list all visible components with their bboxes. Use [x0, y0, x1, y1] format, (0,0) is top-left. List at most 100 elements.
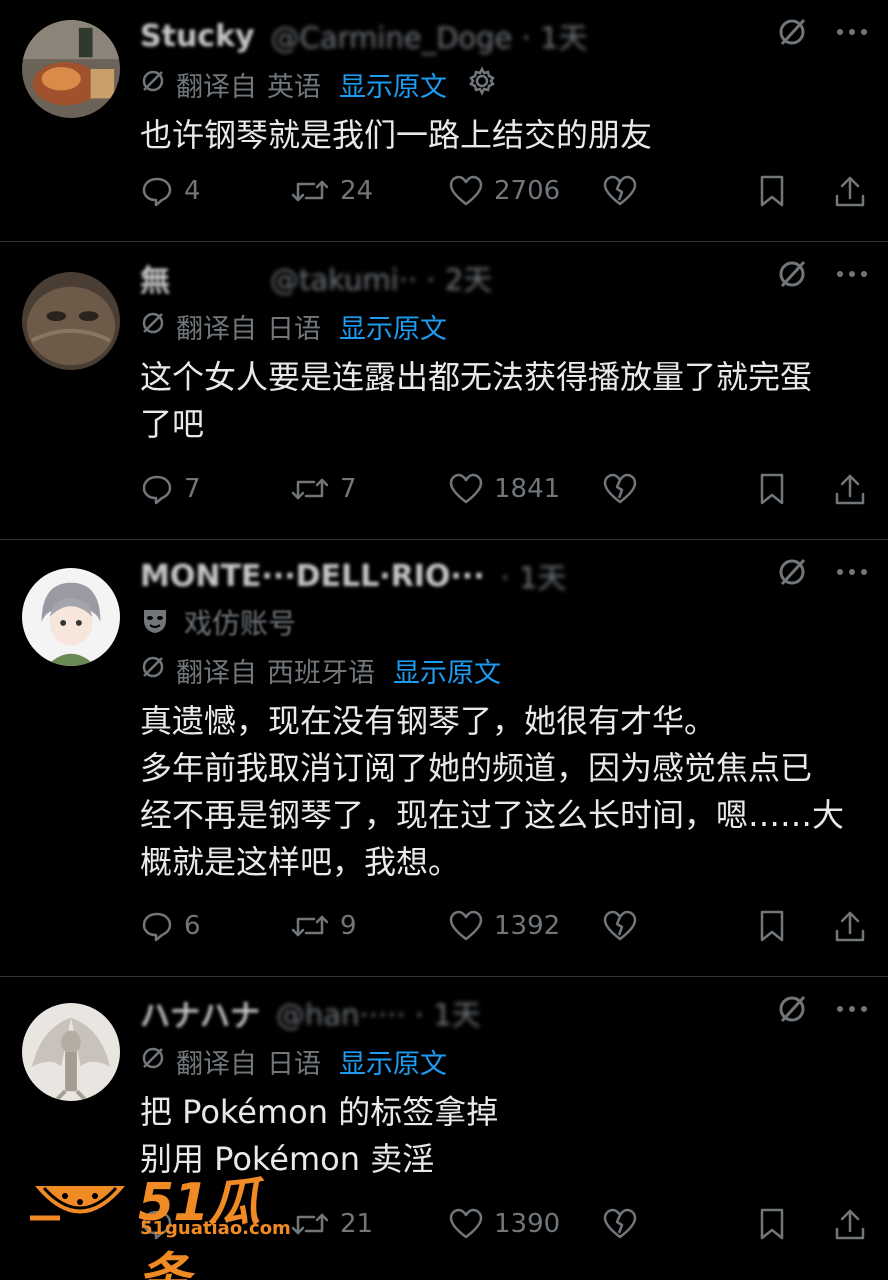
- grok-icon[interactable]: [776, 556, 808, 588]
- retweet-button[interactable]: 24: [290, 174, 373, 208]
- post-text-line: 了吧: [140, 405, 205, 443]
- translation-settings-icon[interactable]: [467, 65, 497, 103]
- dislike-button[interactable]: [602, 910, 638, 942]
- show-original-link[interactable]: 显示原文: [339, 307, 447, 346]
- like-count: 1841: [494, 474, 561, 504]
- grok-icon[interactable]: [776, 258, 808, 290]
- reply-icon: [142, 1210, 172, 1240]
- bookmark-icon: [760, 473, 784, 505]
- grok-icon[interactable]: [776, 993, 808, 1025]
- display-name[interactable]: MONTE···DELL·RIO···: [140, 559, 485, 594]
- translation-notice: 翻译自 西班牙语 显示原文: [140, 648, 868, 692]
- more-options-icon[interactable]: [836, 28, 868, 36]
- user-handle[interactable]: @takumi·· · 2天: [270, 257, 492, 299]
- reply-post[interactable]: MONTE···DELL·RIO··· · 1天 戏仿账号 翻译自 西班牙语 显…: [0, 540, 888, 977]
- retweet-icon: [291, 1213, 329, 1235]
- retweet-icon: [291, 915, 329, 937]
- share-button[interactable]: [834, 909, 866, 943]
- retweet-icon: [291, 180, 329, 202]
- share-icon: [835, 1209, 865, 1240]
- source-language: 英语: [267, 71, 321, 103]
- translate-icon: [140, 68, 166, 101]
- translation-notice: 翻译自 日语 显示原文: [140, 304, 868, 348]
- broken-heart-icon: [603, 910, 637, 941]
- post-text-line: 把 Pokémon 的标签拿掉: [140, 1093, 499, 1131]
- like-button[interactable]: 2706: [448, 175, 560, 207]
- bookmark-button[interactable]: [758, 174, 786, 208]
- share-icon: [835, 474, 865, 505]
- more-options-icon[interactable]: [836, 568, 868, 576]
- post-text-line: 别用 Pokémon 卖淫: [140, 1140, 435, 1178]
- share-button[interactable]: [834, 472, 866, 506]
- share-button[interactable]: [834, 1207, 866, 1241]
- bookmark-icon: [760, 1208, 784, 1240]
- dislike-button[interactable]: [602, 1208, 638, 1240]
- retweet-count: 9: [340, 911, 357, 941]
- action-bar: 21 1390: [140, 1199, 866, 1249]
- dislike-button[interactable]: [602, 473, 638, 505]
- translated-from-label: 翻译自: [176, 657, 257, 689]
- like-button[interactable]: 1392: [448, 910, 560, 942]
- retweet-count: 7: [340, 474, 357, 504]
- retweet-button[interactable]: 21: [290, 1207, 373, 1241]
- show-original-link[interactable]: 显示原文: [393, 651, 501, 690]
- share-button[interactable]: [834, 174, 866, 208]
- share-icon: [835, 176, 865, 207]
- heart-icon: [449, 175, 483, 206]
- user-handle[interactable]: @han····· · 1天: [276, 992, 481, 1034]
- post-text-line: 经不再是钢琴了，现在过了这么长时间，嗯……大: [140, 796, 845, 834]
- post-text: 真遗憾，现在没有钢琴了，她很有才华。 多年前我取消订阅了她的频道，因为感觉焦点已…: [140, 698, 868, 886]
- avatar[interactable]: [22, 1003, 120, 1101]
- retweet-count: 21: [340, 1209, 374, 1239]
- user-handle[interactable]: @Carmine_Doge · 1天: [271, 15, 588, 57]
- avatar[interactable]: [22, 272, 120, 370]
- action-bar: 4 24 2706: [140, 166, 866, 216]
- reply-count: 6: [184, 911, 201, 941]
- show-original-link[interactable]: 显示原文: [339, 65, 447, 104]
- post-text: 也许钢琴就是我们一路上结交的朋友: [140, 112, 868, 159]
- show-original-link[interactable]: 显示原文: [339, 1042, 447, 1081]
- share-icon: [835, 911, 865, 942]
- more-options-icon[interactable]: [836, 1005, 868, 1013]
- reply-post[interactable]: 無 @takumi·· · 2天 翻译自 日语 显示原文 这个女人要是连露出都无…: [0, 242, 888, 540]
- source-language: 日语: [267, 1048, 321, 1080]
- reply-button[interactable]: 7: [140, 472, 201, 506]
- user-handle[interactable]: · 1天: [501, 555, 567, 597]
- dislike-button[interactable]: [602, 175, 638, 207]
- account-label: 戏仿账号: [140, 600, 868, 644]
- reply-icon: [142, 912, 172, 942]
- reply-count: 7: [184, 474, 201, 504]
- reply-button[interactable]: 6: [140, 909, 201, 943]
- reply-button[interactable]: [140, 1207, 184, 1241]
- display-name[interactable]: 無: [140, 256, 170, 300]
- post-text-line: 概就是这样吧，我想。: [140, 843, 461, 881]
- post-text-line: 多年前我取消订阅了她的频道，因为感觉焦点已: [140, 749, 813, 787]
- reply-count: 4: [184, 176, 201, 206]
- bookmark-button[interactable]: [758, 909, 786, 943]
- more-options-icon[interactable]: [836, 270, 868, 278]
- retweet-icon: [291, 478, 329, 500]
- bookmark-button[interactable]: [758, 472, 786, 506]
- like-button[interactable]: 1390: [448, 1208, 560, 1240]
- avatar[interactable]: [22, 568, 120, 666]
- translated-from-label: 翻译自: [176, 313, 257, 345]
- reply-button[interactable]: 4: [140, 174, 201, 208]
- parody-mask-icon: [140, 605, 170, 639]
- post-text-line: 真遗憾，现在没有钢琴了，她很有才华。: [140, 702, 717, 740]
- broken-heart-icon: [603, 473, 637, 504]
- display-name[interactable]: Stucky: [140, 19, 255, 54]
- reply-post[interactable]: ハナハナ @han····· · 1天 翻译自 日语 显示原文 把 Pokémo…: [0, 977, 888, 1280]
- avatar[interactable]: [22, 20, 120, 118]
- like-button[interactable]: 1841: [448, 473, 560, 505]
- reply-post[interactable]: Stucky @Carmine_Doge · 1天 翻译自 英语 显示原文 也许…: [0, 0, 888, 242]
- post-header: Stucky @Carmine_Doge · 1天: [140, 14, 868, 58]
- grok-icon[interactable]: [776, 16, 808, 48]
- action-bar: 7 7 1841: [140, 464, 866, 514]
- retweet-button[interactable]: 7: [290, 472, 357, 506]
- bookmark-icon: [760, 910, 784, 942]
- display-name[interactable]: ハナハナ: [140, 991, 260, 1035]
- bookmark-button[interactable]: [758, 1207, 786, 1241]
- source-language: 日语: [267, 313, 321, 345]
- translate-icon: [140, 1045, 166, 1078]
- retweet-button[interactable]: 9: [290, 909, 357, 943]
